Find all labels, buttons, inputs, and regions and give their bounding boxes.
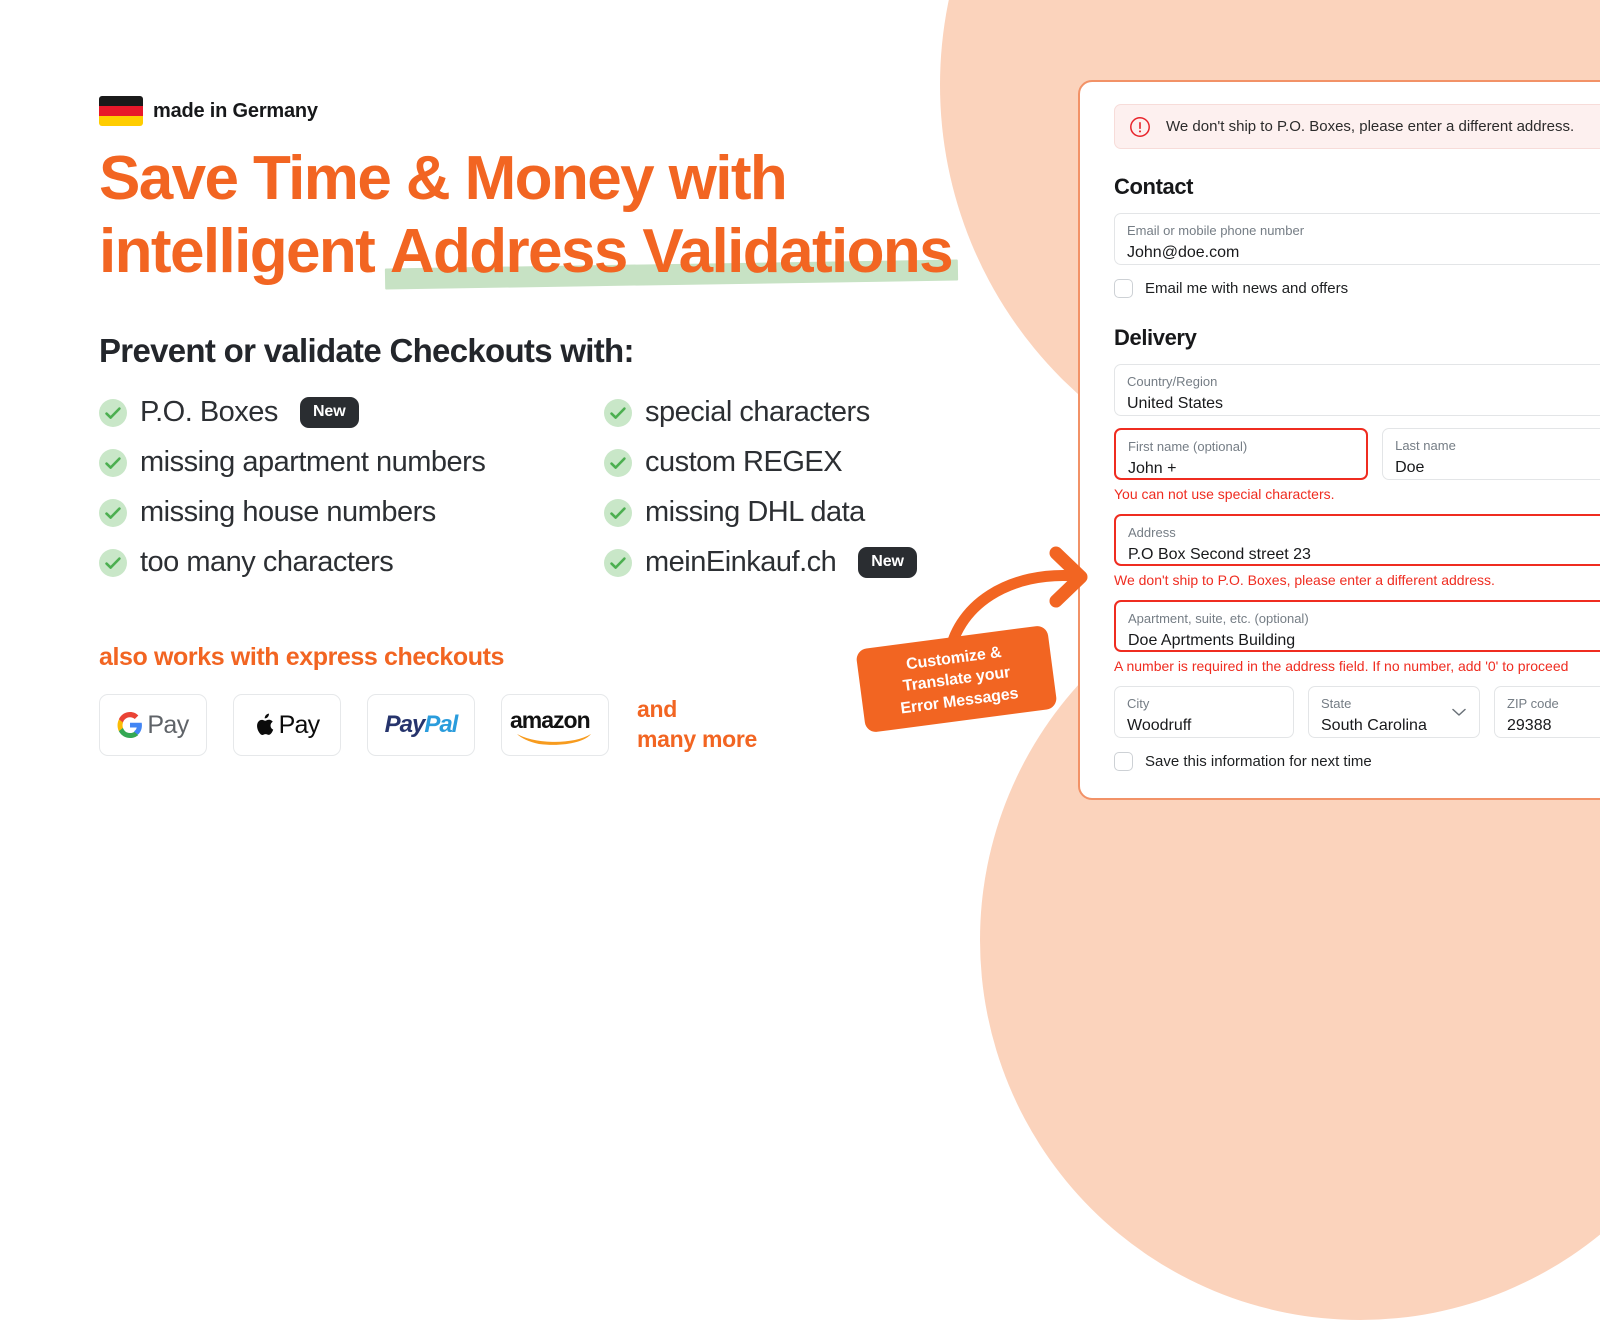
apple-icon	[256, 713, 273, 736]
last-name-label: Last name	[1395, 438, 1456, 453]
google-g-icon	[117, 712, 143, 739]
list-item: custom REGEX	[604, 444, 1059, 481]
made-in-germany-row: made in Germany	[99, 95, 1059, 127]
and-many-more-line-1: and	[637, 696, 677, 723]
checkout-panel: We don't ship to P.O. Boxes, please ente…	[1078, 80, 1600, 800]
status-badge: New	[299, 397, 359, 429]
chevron-down-icon[interactable]	[1452, 708, 1466, 717]
name-fields-row: First name (optional) John + Last name D…	[1114, 428, 1600, 480]
country-label: Country/Region	[1127, 374, 1218, 389]
city-field[interactable]: City Woodruff	[1114, 686, 1294, 738]
and-many-more-text: and many more	[637, 695, 757, 755]
check-circle-icon	[604, 498, 632, 527]
po-box-alert-banner: We don't ship to P.O. Boxes, please ente…	[1114, 104, 1600, 149]
feature-label: meinEinkauf.ch	[645, 546, 837, 579]
amazon-pay-logo: amazon	[501, 694, 609, 757]
and-many-more-line-2: many more	[637, 726, 758, 753]
address-error: We don't ship to P.O. Boxes, please ente…	[1114, 572, 1495, 588]
feature-label: missing DHL data	[645, 496, 865, 529]
first-name-field[interactable]: First name (optional) John +	[1114, 428, 1369, 480]
country-region-select[interactable]: Country/Region United States	[1114, 364, 1600, 416]
list-item: too many characters	[99, 544, 604, 581]
headline-line-2-prefix: intelligent	[99, 216, 390, 286]
last-name-value: Doe	[1395, 458, 1425, 476]
list-item: missing apartment numbers	[99, 444, 604, 481]
save-info-checkbox-row[interactable]: Save this information for next time	[1114, 752, 1600, 771]
list-item: missing DHL data	[604, 494, 1059, 531]
contact-section-title: Contact	[1114, 174, 1194, 199]
email-field-label: Email or mobile phone number	[1127, 223, 1305, 238]
zip-code-value: 29388	[1507, 716, 1552, 734]
google-pay-label: Pay	[147, 710, 189, 739]
zip-code-field[interactable]: ZIP code 29388	[1494, 686, 1600, 738]
newsletter-checkbox-row[interactable]: Email me with news and offers	[1114, 279, 1600, 298]
list-item: special characters	[604, 394, 1059, 431]
check-circle-icon	[99, 398, 127, 427]
state-label: State	[1321, 696, 1352, 711]
paypal-label-pal: Pal	[424, 711, 458, 739]
check-circle-icon	[99, 498, 127, 527]
made-in-germany-label: made in Germany	[153, 99, 318, 122]
headline-line-1: Save Time & Money with	[99, 144, 788, 213]
last-name-field[interactable]: Last name Doe	[1382, 428, 1600, 480]
email-field-value: John@doe.com	[1127, 243, 1240, 261]
feature-label: special characters	[645, 396, 870, 429]
paypal-label-pay: Pay	[384, 711, 426, 739]
page-headline: Save Time & Money with intelligent Addre…	[99, 143, 1059, 290]
paypal-logo: PayPal	[367, 694, 475, 757]
alert-message: We don't ship to P.O. Boxes, please ente…	[1166, 118, 1575, 135]
check-circle-icon	[99, 448, 127, 477]
list-item: missing house numbers	[99, 494, 604, 531]
feature-label: custom REGEX	[645, 446, 843, 479]
apple-pay-logo: Pay	[233, 694, 341, 757]
zip-code-label: ZIP code	[1507, 696, 1559, 711]
amazon-smile-icon	[517, 734, 591, 745]
check-circle-icon	[99, 548, 127, 577]
newsletter-checkbox[interactable]	[1114, 279, 1133, 298]
headline-highlight-wrap: Address Validations	[384, 216, 959, 290]
save-info-checkbox[interactable]	[1114, 752, 1133, 771]
feature-label: P.O. Boxes	[140, 396, 278, 429]
check-circle-icon	[604, 398, 632, 427]
german-flag-icon	[99, 96, 143, 126]
check-circle-icon	[604, 548, 632, 577]
email-field[interactable]: Email or mobile phone number John@doe.co…	[1114, 213, 1600, 265]
country-value: United States	[1127, 394, 1224, 412]
state-select[interactable]: State South Carolina	[1308, 686, 1480, 738]
first-name-error: You can not use special characters.	[1114, 486, 1335, 502]
feature-label: missing house numbers	[140, 496, 436, 529]
feature-label: missing apartment numbers	[140, 446, 486, 479]
city-label: City	[1127, 696, 1150, 711]
list-item: P.O. Boxes New	[99, 394, 604, 431]
apartment-label: Apartment, suite, etc. (optional)	[1128, 611, 1309, 626]
address-field[interactable]: Address P.O Box Second street 23	[1114, 514, 1600, 566]
google-pay-logo: Pay	[99, 694, 207, 757]
address-value: P.O Box Second street 23	[1128, 545, 1311, 563]
address-label: Address	[1128, 525, 1176, 540]
state-value: South Carolina	[1321, 716, 1427, 734]
city-state-zip-row: City Woodruff State South Carolina ZIP c…	[1114, 686, 1600, 738]
check-circle-icon	[604, 448, 632, 477]
save-info-checkbox-label: Save this information for next time	[1145, 753, 1372, 770]
apartment-error: A number is required in the address fiel…	[1114, 658, 1569, 674]
newsletter-checkbox-label: Email me with news and offers	[1145, 280, 1349, 297]
feature-label: too many characters	[140, 546, 394, 579]
apple-pay-label: Pay	[278, 710, 320, 739]
first-name-value: John +	[1128, 459, 1177, 477]
subheadline: Prevent or validate Checkouts with:	[99, 332, 635, 370]
apartment-value: Doe Aprtments Building	[1128, 631, 1296, 649]
city-value: Woodruff	[1127, 716, 1192, 734]
headline-line-2-highlight: Address Validations	[389, 216, 954, 286]
apartment-field[interactable]: Apartment, suite, etc. (optional) Doe Ap…	[1114, 600, 1600, 652]
first-name-label: First name (optional)	[1128, 439, 1248, 454]
error-circle-icon	[1130, 116, 1150, 137]
amazon-label: amazon	[510, 707, 591, 734]
delivery-section-title: Delivery	[1114, 325, 1197, 350]
